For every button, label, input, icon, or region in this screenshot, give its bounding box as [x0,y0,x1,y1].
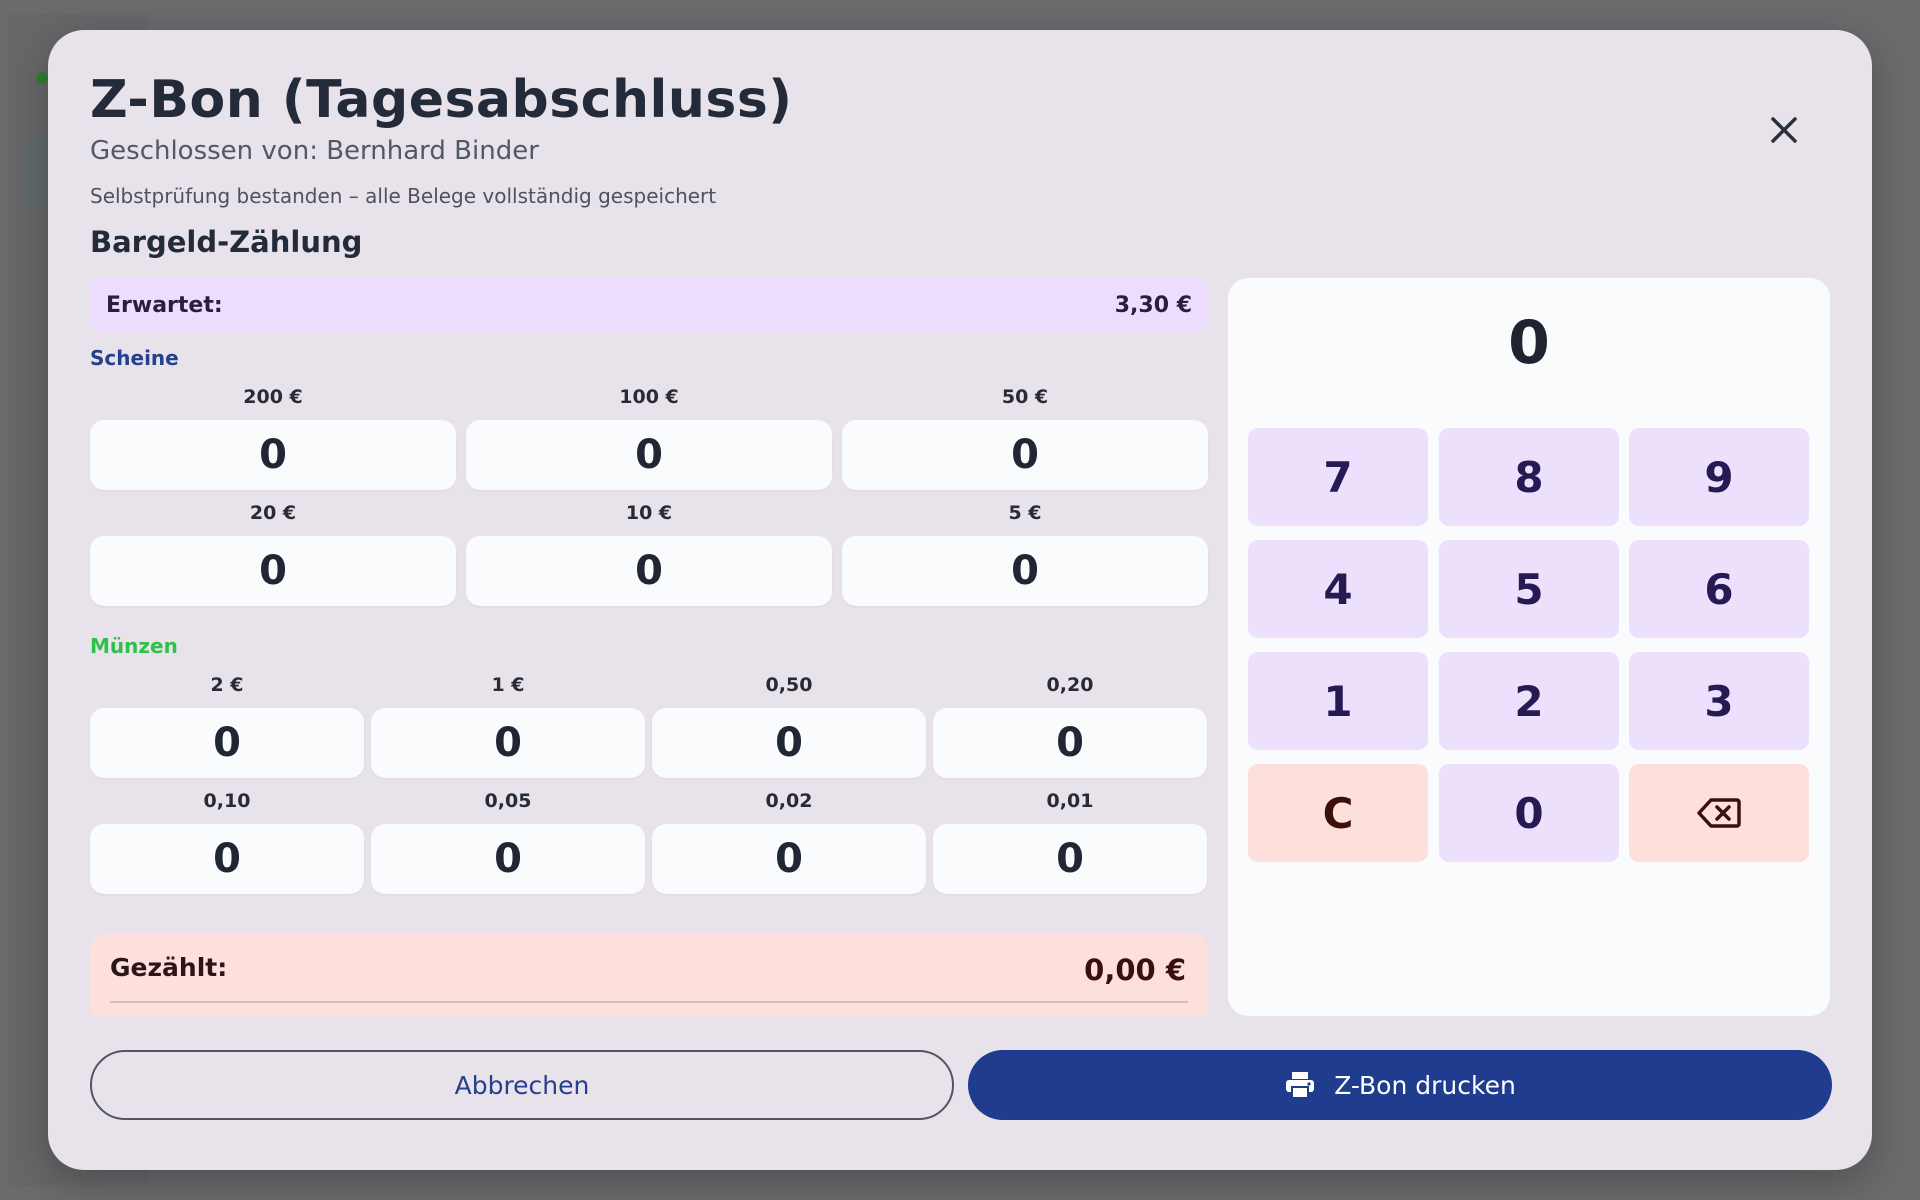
denomination-label-010: 0,10 [203,790,251,812]
backspace-key[interactable] [1629,764,1809,862]
denomination-label-050: 0,50 [765,674,813,696]
closed-by-text: Geschlossen von: Bernhard Binder [90,136,539,166]
key-6[interactable]: 6 [1629,540,1809,638]
printer-icon [1286,1072,1315,1099]
counted-value: 0,00 € [1084,953,1186,987]
key-5[interactable]: 5 [1439,540,1619,638]
count-input-2eur[interactable]: 0 [90,708,364,778]
key-3[interactable]: 3 [1629,652,1809,750]
counted-total-row: Gezählt: 0,00 € [90,933,1208,1015]
count-input-005[interactable]: 0 [371,824,645,894]
key-4[interactable]: 4 [1248,540,1428,638]
denomination-label-005: 0,05 [484,790,532,812]
key-9[interactable]: 9 [1629,428,1809,526]
print-button-label: Z-Bon drucken [1334,1070,1516,1100]
count-input-20[interactable]: 0 [90,536,456,606]
cancel-button[interactable]: Abbrechen [90,1050,954,1120]
key-7[interactable]: 7 [1248,428,1428,526]
count-input-5[interactable]: 0 [842,536,1208,606]
expected-label: Erwartet: [106,292,223,318]
denomination-label-50: 50 € [1001,386,1049,408]
denomination-label-020: 0,20 [1046,674,1094,696]
denomination-label-200: 200 € [243,386,303,408]
key-8[interactable]: 8 [1439,428,1619,526]
print-z-bon-button[interactable]: Z-Bon drucken [968,1050,1832,1120]
coins-group-label: Münzen [90,634,178,658]
count-input-50[interactable]: 0 [842,420,1208,490]
self-test-status: Selbstprüfung bestanden – alle Belege vo… [90,184,717,208]
denomination-label-1eur: 1 € [491,674,525,696]
denomination-label-001: 0,01 [1046,790,1094,812]
count-input-100[interactable]: 0 [466,420,832,490]
count-input-050[interactable]: 0 [652,708,926,778]
expected-value: 3,30 € [1114,292,1192,318]
count-input-1eur[interactable]: 0 [371,708,645,778]
clear-key[interactable]: C [1248,764,1428,862]
count-input-001[interactable]: 0 [933,824,1207,894]
key-0[interactable]: 0 [1439,764,1619,862]
denomination-label-20: 20 € [249,502,297,524]
backspace-icon [1697,798,1741,828]
z-bon-dialog: Z-Bon (Tagesabschluss) Geschlossen von: … [48,30,1872,1170]
notes-group-label: Scheine [90,346,179,370]
counted-divider [110,1001,1188,1003]
denomination-label-10: 10 € [625,502,673,524]
denomination-label-2eur: 2 € [210,674,244,696]
cash-count-heading: Bargeld-Zählung [90,225,363,259]
counted-label: Gezählt: [110,953,228,982]
numeric-keypad: 0 7 8 9 4 5 6 1 2 3 C 0 [1228,278,1830,1016]
background-status-dot [36,72,48,84]
key-2[interactable]: 2 [1439,652,1619,750]
count-input-020[interactable]: 0 [933,708,1207,778]
dialog-title: Z-Bon (Tagesabschluss) [90,70,793,130]
keypad-display: 0 [1508,308,1550,378]
close-icon [1771,117,1797,143]
denomination-label-100: 100 € [619,386,679,408]
count-input-010[interactable]: 0 [90,824,364,894]
close-button[interactable] [1756,102,1812,158]
expected-amount-row: Erwartet: 3,30 € [90,278,1208,332]
denomination-label-5: 5 € [1008,502,1042,524]
denomination-label-002: 0,02 [765,790,813,812]
count-input-10[interactable]: 0 [466,536,832,606]
count-input-200[interactable]: 0 [90,420,456,490]
key-1[interactable]: 1 [1248,652,1428,750]
count-input-002[interactable]: 0 [652,824,926,894]
